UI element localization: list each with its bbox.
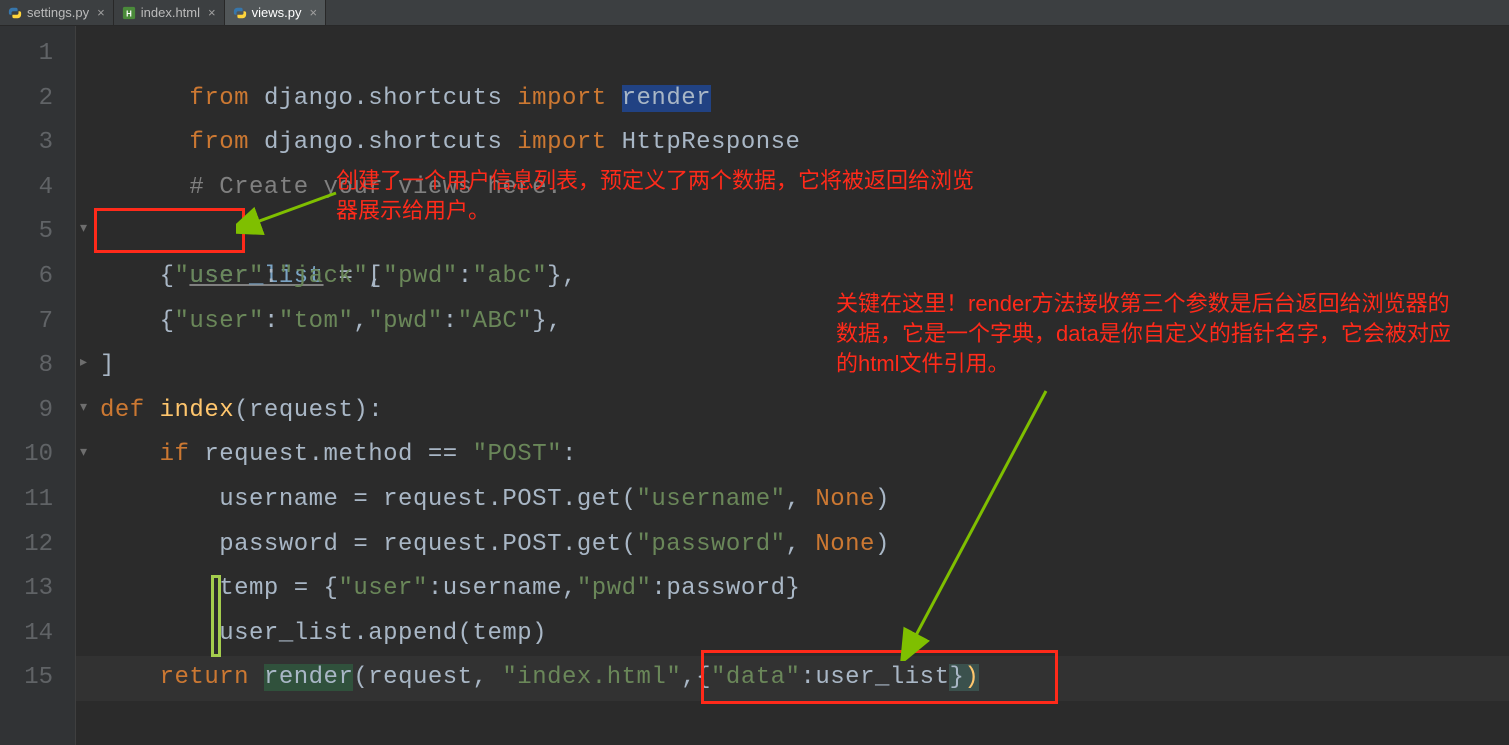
close-icon[interactable]: × — [208, 5, 216, 20]
change-marker — [211, 575, 221, 657]
code-area[interactable]: ▾ ▾ ▸ ▾ ▾ ▴ from django.shortcuts import… — [76, 26, 1509, 745]
code-line: from django.shortcuts import HttpRespons… — [76, 77, 1509, 122]
code-editor[interactable]: 1 2 3 4 5 6 7 8 9 10 11 12 13 14 15 ▾ ▾ … — [0, 26, 1509, 745]
annotation-box — [701, 650, 1058, 704]
tab-views-py[interactable]: views.py × — [225, 0, 326, 25]
line-number[interactable]: 11 — [0, 478, 75, 523]
line-number[interactable]: 5 — [0, 210, 75, 255]
svg-text:H: H — [126, 9, 132, 18]
line-number[interactable]: 10 — [0, 433, 75, 478]
line-number[interactable]: 9 — [0, 389, 75, 434]
code-line: if request.method == "POST": — [76, 433, 1509, 478]
tab-settings-py[interactable]: settings.py × — [0, 0, 114, 25]
code-line: def index(request): — [76, 389, 1509, 434]
line-number[interactable]: 15 — [0, 656, 75, 701]
line-number[interactable]: 13 — [0, 567, 75, 612]
close-icon[interactable]: × — [97, 5, 105, 20]
annotation-text: 创建了一个用户信息列表，预定义了两个数据，它将被返回给浏览器展示给用户。 — [336, 166, 976, 226]
tab-index-html[interactable]: H index.html × — [114, 0, 225, 25]
line-number[interactable]: 8 — [0, 344, 75, 389]
html-icon: H — [122, 6, 136, 20]
tab-label: index.html — [141, 5, 200, 20]
line-number[interactable]: 1 — [0, 32, 75, 77]
line-number[interactable]: 2 — [0, 77, 75, 122]
line-number[interactable]: 6 — [0, 255, 75, 300]
code-line: from django.shortcuts import render — [76, 32, 1509, 77]
gutter: 1 2 3 4 5 6 7 8 9 10 11 12 13 14 15 — [0, 26, 76, 745]
tab-bar: settings.py × H index.html × views.py × — [0, 0, 1509, 26]
line-number[interactable]: 14 — [0, 612, 75, 657]
code-line: username = request.POST.get("username", … — [76, 478, 1509, 523]
line-number[interactable]: 4 — [0, 166, 75, 211]
code-line: temp = {"user":username,"pwd":password} — [76, 567, 1509, 612]
line-number[interactable]: 12 — [0, 523, 75, 568]
python-icon — [8, 6, 22, 20]
annotation-text: 关键在这里！render方法接收第三个参数是后台返回给浏览器的 数据，它是一个字… — [836, 289, 1509, 379]
code-line: # Create your views here. — [76, 121, 1509, 166]
python-icon — [233, 6, 247, 20]
code-line: password = request.POST.get("password", … — [76, 523, 1509, 568]
tab-label: settings.py — [27, 5, 89, 20]
tab-label: views.py — [252, 5, 302, 20]
annotation-box — [94, 208, 245, 253]
line-number[interactable]: 3 — [0, 121, 75, 166]
close-icon[interactable]: × — [309, 5, 317, 20]
line-number[interactable]: 7 — [0, 300, 75, 345]
